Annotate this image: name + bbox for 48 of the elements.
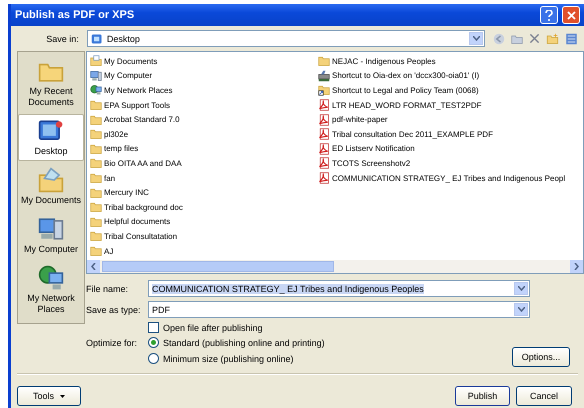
file-item[interactable]: Mercury INC: [90, 185, 310, 200]
options-button[interactable]: Options...: [512, 347, 570, 368]
file-item[interactable]: Shortcut to Oia-dex on 'dccx300-oia01' (I): [318, 68, 580, 84]
checkbox-label: Open file after publishing: [163, 322, 263, 333]
file-item[interactable]: Helpful documents: [90, 214, 310, 230]
field-label: Save in:: [45, 34, 80, 44]
file-item[interactable]: fan: [90, 170, 310, 186]
places-item[interactable]: My Network Places: [18, 261, 84, 319]
place-label: My Recent Documents: [27, 86, 75, 108]
file-item[interactable]: NEJAC - Indigenous Peoples: [318, 54, 580, 69]
file-item[interactable]: Bio OITA AA and DAA: [90, 156, 310, 171]
file-item[interactable]: ED Listserv Notification: [318, 142, 580, 156]
file-name-field[interactable]: COMMUNICATION STRATEGY_ EJ Tribes and Indigenous Peoples: [148, 280, 530, 298]
publish-button[interactable]: Publish: [455, 386, 510, 406]
places-item[interactable]: My Recent Documents: [18, 54, 84, 112]
file-item[interactable]: Shortcut to Legal and Policy Team (0068): [318, 83, 580, 98]
cancel-button[interactable]: Cancel: [516, 386, 572, 406]
place-label: My Network Places: [26, 293, 76, 315]
file-item[interactable]: My Documents: [90, 54, 310, 69]
file-item[interactable]: My Computer: [90, 68, 310, 84]
file-item[interactable]: TCOTS Screenshotv2: [318, 156, 580, 171]
places-item[interactable]: My Computer: [18, 212, 84, 259]
file-item[interactable]: My Network Places: [90, 83, 310, 98]
field-label: Save as type:: [86, 304, 142, 315]
tools-button[interactable]: Tools: [17, 386, 81, 406]
save-as-type-dropdown[interactable]: PDF: [148, 301, 530, 318]
file-item[interactable]: COMMUNICATION STRATEGY_ EJ Tribes and Indigenous Peopl: [318, 170, 580, 186]
file-item[interactable]: pdf-white-paper: [318, 112, 580, 127]
field-label: File name:: [86, 284, 130, 294]
radio-label: Standard (publishing online and printing): [163, 338, 325, 348]
save-in-dropdown[interactable]: Desktop: [86, 30, 485, 47]
file-item[interactable]: Acrobat Standard 7.0: [90, 112, 310, 127]
places-item[interactable]: My Documents: [18, 163, 84, 210]
radio-label: Minimum size (publishing online): [163, 354, 294, 364]
file-item[interactable]: pl302e: [90, 126, 310, 142]
field-label: Optimize for:: [86, 337, 138, 348]
file-item[interactable]: Tribal Consultatation: [90, 229, 310, 244]
file-item[interactable]: Tribal background doc: [90, 200, 310, 215]
file-item[interactable]: EPA Support Tools: [90, 98, 310, 112]
file-item[interactable]: Tribal consultation Dec 2011_EXAMPLE PDF: [318, 126, 580, 142]
file-item[interactable]: AJ: [90, 244, 310, 258]
place-label: Desktop: [34, 146, 68, 157]
file-item[interactable]: LTR HEAD_WORD FORMAT_TEST2PDF: [318, 98, 580, 112]
places-item[interactable]: Desktop: [18, 114, 84, 161]
file-item[interactable]: temp files: [90, 142, 310, 156]
place-label: My Documents: [20, 195, 82, 206]
place-label: My Computer: [24, 244, 78, 255]
window-title: Publish as PDF or XPS: [15, 9, 136, 21]
